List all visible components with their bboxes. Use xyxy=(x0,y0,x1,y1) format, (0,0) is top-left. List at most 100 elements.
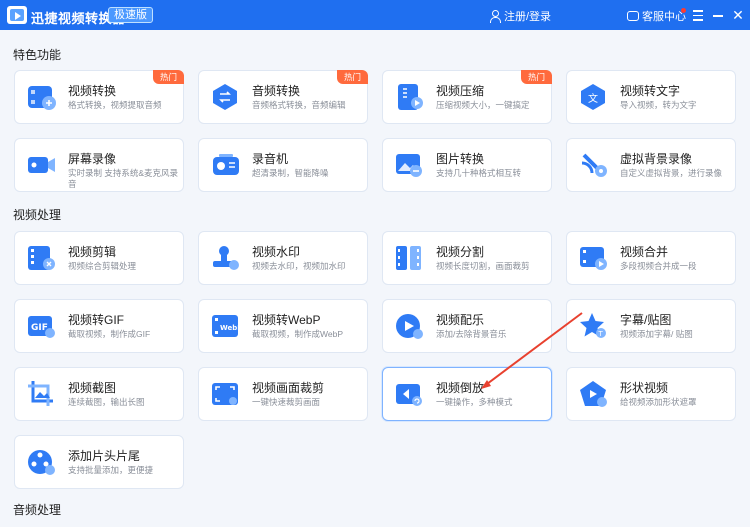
card-name: 视频转WebP xyxy=(252,313,321,327)
pentagon-icon xyxy=(579,380,609,408)
card-name: 视频倒放 xyxy=(436,381,485,395)
card-video-to-text[interactable]: 文 视频转文字 导入视频，转为文字 xyxy=(566,70,736,124)
card-desc: 给视频添加形状遮罩 xyxy=(620,397,697,407)
svg-text:文: 文 xyxy=(588,92,598,105)
section-special: 特色功能 xyxy=(13,48,62,62)
card-shape[interactable]: 形状视频 给视频添加形状遮罩 xyxy=(566,367,736,421)
card-image-convert[interactable]: 图片转换 支持几十种格式相互转 xyxy=(382,138,552,192)
card-screen-record[interactable]: 屏幕录像 实时录制 支持系统&麦克风录音 xyxy=(14,138,184,192)
hot-badge: 热门 xyxy=(337,70,368,84)
camera-icon xyxy=(27,151,57,179)
text-icon: 文 xyxy=(579,83,609,111)
card-crop[interactable]: 视频画面裁剪 一键快速裁剪画面 xyxy=(198,367,368,421)
menu-icon[interactable] xyxy=(690,7,706,23)
card-name: 视频配乐 xyxy=(436,313,485,327)
reverse-icon xyxy=(395,380,425,408)
notification-dot xyxy=(681,8,686,13)
card-name: 图片转换 xyxy=(436,152,485,166)
card-desc: 支持批量添加，更便捷 xyxy=(68,465,154,475)
gif-icon: GIF xyxy=(27,312,57,340)
card-desc: 一键快速裁剪画面 xyxy=(252,397,321,407)
card-virtual-bg[interactable]: 虚拟背景录像 自定义虚拟背景，进行录像 xyxy=(566,138,736,192)
card-video-compress[interactable]: 视频压缩 压缩视频大小，一键搞定 热门 xyxy=(382,70,552,124)
login-button[interactable]: 注册/登录 xyxy=(489,8,551,24)
recorder-icon xyxy=(211,151,241,179)
chat-icon xyxy=(627,11,639,21)
card-name: 形状视频 xyxy=(620,381,669,395)
card-name: 视频画面裁剪 xyxy=(252,381,325,395)
card-desc: 超清录制，智能降噪 xyxy=(252,168,329,178)
customer-service-label: 客服中心 xyxy=(642,11,686,23)
card-intro-outro[interactable]: 添加片头片尾 支持批量添加，更便捷 xyxy=(14,435,184,489)
card-name: 视频剪辑 xyxy=(68,245,117,259)
hot-badge: 热门 xyxy=(153,70,184,84)
card-subtitle[interactable]: T 字幕/贴图 视频添加字幕/ 贴图 xyxy=(566,299,736,353)
stamp-icon xyxy=(211,244,241,272)
edit-icon xyxy=(27,244,57,272)
card-video-edit[interactable]: 视频剪辑 视频综合剪辑处理 xyxy=(14,231,184,285)
card-desc: 多段视频合并成一段 xyxy=(620,261,697,271)
film-convert-icon xyxy=(27,83,57,111)
card-desc: 连续截图，输出长图 xyxy=(68,397,145,407)
svg-text:WebP: WebP xyxy=(220,324,241,332)
audio-convert-icon xyxy=(211,83,241,111)
card-desc: 压缩视频大小，一键搞定 xyxy=(436,100,530,110)
card-name: 视频压缩 xyxy=(436,84,485,98)
card-desc: 支持几十种格式相互转 xyxy=(436,168,522,178)
card-split[interactable]: 视频分割 视频长度切割，画面裁剪 xyxy=(382,231,552,285)
card-audio-convert[interactable]: 音频转换 音频格式转换，音频编辑 热门 xyxy=(198,70,368,124)
card-desc: 导入视频，转为文字 xyxy=(620,100,697,110)
card-name: 屏幕录像 xyxy=(68,152,117,166)
edition-badge: 极速版 xyxy=(108,7,153,23)
card-name: 录音机 xyxy=(252,152,289,166)
hot-badge: 热门 xyxy=(521,70,552,84)
card-desc: 截取视频，制作成WebP xyxy=(252,329,343,339)
card-desc: 一键操作，多种模式 xyxy=(436,397,513,407)
crop-image-icon xyxy=(27,380,57,408)
card-name: 视频截图 xyxy=(68,381,117,395)
card-desc: 视频综合剪辑处理 xyxy=(68,261,137,271)
svg-text:T: T xyxy=(598,330,604,338)
card-audio-record[interactable]: 录音机 超清录制，智能降噪 xyxy=(198,138,368,192)
card-screenshot[interactable]: 视频截图 连续截图，输出长图 xyxy=(14,367,184,421)
card-desc: 实时录制 支持系统&麦克风录音 xyxy=(68,168,179,189)
merge-icon xyxy=(579,244,609,272)
card-to-webp[interactable]: WebP 视频转WebP 截取视频，制作成WebP xyxy=(198,299,368,353)
card-music[interactable]: 视频配乐 添加/去除背景音乐 xyxy=(382,299,552,353)
card-to-gif[interactable]: GIF 视频转GIF 截取视频，制作成GIF xyxy=(14,299,184,353)
section-video: 视频处理 xyxy=(13,208,62,222)
card-reverse[interactable]: 视频倒放 一键操作，多种模式 xyxy=(382,367,552,421)
card-desc: 视频去水印，视频加水印 xyxy=(252,261,346,271)
card-name: 视频转换 xyxy=(68,84,117,98)
card-video-convert[interactable]: 视频转换 格式转换，视频提取音频 热门 xyxy=(14,70,184,124)
card-name: 视频分割 xyxy=(436,245,485,259)
image-icon xyxy=(395,151,425,179)
compress-icon xyxy=(395,83,425,111)
film-reel-icon xyxy=(27,448,57,476)
card-name: 视频转文字 xyxy=(620,84,681,98)
satellite-icon xyxy=(579,151,609,179)
frame-crop-icon xyxy=(211,380,241,408)
app-logo-icon xyxy=(7,6,27,24)
login-label: 注册/登录 xyxy=(504,11,552,23)
card-merge[interactable]: 视频合并 多段视频合并成一段 xyxy=(566,231,736,285)
section-audio: 音频处理 xyxy=(13,503,62,517)
webp-icon: WebP xyxy=(211,312,242,340)
card-name: 字幕/贴图 xyxy=(620,313,672,327)
card-name: 视频转GIF xyxy=(68,313,124,327)
music-icon xyxy=(395,312,425,340)
card-desc: 音频格式转换，音频编辑 xyxy=(252,100,346,110)
title-bar: 迅捷视频转换器 极速版 注册/登录 客服中心 ✕ xyxy=(0,0,750,30)
customer-service-button[interactable]: 客服中心 xyxy=(627,8,686,24)
minimize-icon[interactable] xyxy=(710,7,726,23)
split-icon xyxy=(395,244,425,272)
user-icon xyxy=(489,10,501,23)
card-name: 视频水印 xyxy=(252,245,301,259)
card-desc: 截取视频，制作成GIF xyxy=(68,329,151,339)
card-desc: 格式转换，视频提取音频 xyxy=(68,100,162,110)
main-content: 特色功能 视频转换 格式转换，视频提取音频 热门 音频转换 音频格式转换，音频编… xyxy=(0,30,750,527)
close-icon[interactable]: ✕ xyxy=(730,7,746,23)
card-watermark[interactable]: 视频水印 视频去水印，视频加水印 xyxy=(198,231,368,285)
card-desc: 视频长度切割，画面裁剪 xyxy=(436,261,530,271)
card-name: 音频转换 xyxy=(252,84,301,98)
